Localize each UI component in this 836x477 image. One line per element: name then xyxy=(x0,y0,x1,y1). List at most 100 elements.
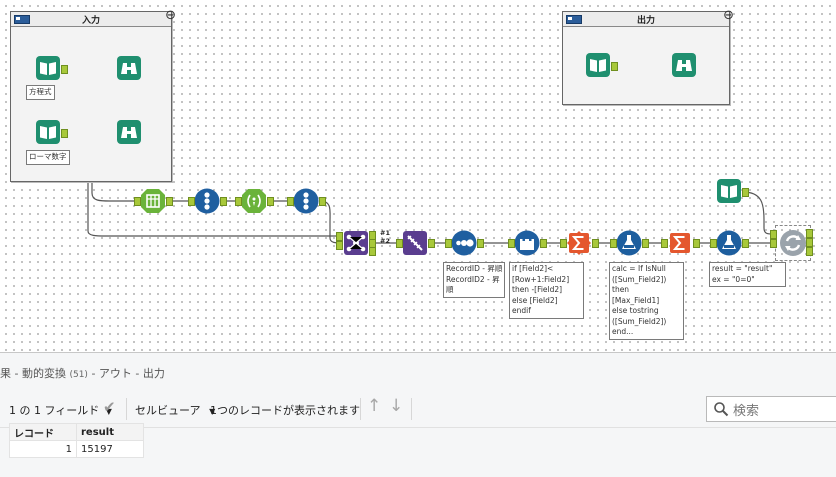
chain-icon xyxy=(403,231,427,255)
output-anchor[interactable] xyxy=(166,197,173,206)
field-selector-label: 1 の 1 フィールド xyxy=(9,404,100,417)
output-anchor[interactable] xyxy=(742,188,749,197)
output-anchor[interactable] xyxy=(806,229,813,238)
input-anchor[interactable] xyxy=(396,239,403,248)
dynamic-rename-tool[interactable] xyxy=(402,230,428,256)
sigma-icon xyxy=(670,233,690,253)
book-icon xyxy=(717,179,741,203)
record-id-tool[interactable] xyxy=(293,188,319,214)
input-anchor[interactable] xyxy=(710,239,717,248)
field-selector[interactable]: 1 の 1 フィールド ▼ xyxy=(9,402,112,418)
input-anchor[interactable] xyxy=(445,239,452,248)
output-anchor[interactable] xyxy=(806,238,813,247)
result-value-cell[interactable]: 15197 xyxy=(76,440,144,458)
output-anchor[interactable] xyxy=(428,239,435,248)
input-anchor[interactable] xyxy=(287,197,294,206)
input-anchor[interactable] xyxy=(235,197,242,206)
output-anchor[interactable] xyxy=(319,197,326,206)
tool-annotation: calc = If IsNull ([Sum_Field2]) then [Ma… xyxy=(609,262,684,340)
columns-icon xyxy=(141,189,165,213)
input-data-tool[interactable] xyxy=(35,55,61,81)
castle-icon xyxy=(514,230,540,256)
results-title-prefix: 果 - 動的変換 xyxy=(0,367,66,380)
arrow-down-icon[interactable]: ↓ xyxy=(389,396,403,416)
output-anchor[interactable] xyxy=(477,239,484,248)
table-row[interactable]: 1 15197 xyxy=(9,440,144,458)
book-icon xyxy=(586,53,610,77)
input-data-tool[interactable] xyxy=(585,52,611,78)
multi-row-formula-tool[interactable] xyxy=(514,230,540,256)
column-header-record[interactable]: レコード xyxy=(9,423,77,441)
sigma-icon xyxy=(567,231,591,255)
cell-viewer-label: セルビューア xyxy=(135,404,201,417)
tool-annotation: ローマ数字 xyxy=(26,150,70,165)
output-anchor[interactable] xyxy=(693,239,700,248)
check-icon[interactable]: ✔ xyxy=(103,398,116,416)
results-title-suffix: - アウト - 出力 xyxy=(91,367,165,380)
cell-viewer-dropdown[interactable]: セルビューア ▼ xyxy=(135,402,215,418)
input-anchor[interactable] xyxy=(188,197,195,206)
formula-tool[interactable] xyxy=(716,230,742,256)
output-anchor[interactable] xyxy=(806,247,813,256)
summarize-tool[interactable] xyxy=(566,230,592,256)
record-number-cell[interactable]: 1 xyxy=(9,440,77,458)
container-header: 出力 ⊖ xyxy=(563,8,734,27)
input-data-tool[interactable] xyxy=(716,178,742,204)
results-table[interactable]: レコード result 1 15197 xyxy=(9,423,144,458)
column-header-result[interactable]: result xyxy=(76,423,144,441)
browse-tool[interactable] xyxy=(116,119,142,145)
input-anchor[interactable] xyxy=(770,230,777,239)
search-placeholder: 検索 xyxy=(733,404,760,419)
tool-annotation: 方程式 xyxy=(26,85,55,100)
container-title: 出力 xyxy=(636,16,655,26)
browse-tool[interactable] xyxy=(116,55,142,81)
input-anchor[interactable] xyxy=(134,197,141,206)
output-anchor[interactable] xyxy=(61,129,68,138)
output-anchor[interactable] xyxy=(642,239,649,248)
sort-tool[interactable] xyxy=(451,230,477,256)
toolbar-divider xyxy=(126,398,127,420)
input-anchor[interactable] xyxy=(661,239,668,248)
collapse-up-icon[interactable]: ⊖ xyxy=(723,8,734,23)
table-header-row: レコード result xyxy=(9,423,144,441)
summarize-tool[interactable] xyxy=(667,230,693,256)
input-anchor[interactable] xyxy=(770,239,777,248)
input-anchor[interactable] xyxy=(508,239,515,248)
output-anchor[interactable] xyxy=(540,239,547,248)
dots-icon xyxy=(451,230,477,256)
search-icon xyxy=(714,402,729,417)
output-anchor[interactable] xyxy=(267,197,274,206)
numbers-icon xyxy=(194,188,220,214)
output-anchor[interactable] xyxy=(61,65,68,74)
input-anchor[interactable] xyxy=(336,241,343,250)
output-anchor[interactable] xyxy=(742,239,749,248)
text-to-columns-tool[interactable] xyxy=(140,188,166,214)
toolbar-divider xyxy=(360,398,361,420)
formula-tool[interactable] xyxy=(616,230,642,256)
output-anchor[interactable] xyxy=(220,197,227,206)
output-anchor[interactable] xyxy=(369,247,376,256)
join-multiple-tool[interactable] xyxy=(343,230,369,256)
output-anchor[interactable] xyxy=(611,62,618,71)
input-anchor[interactable] xyxy=(336,232,343,241)
regex-icon xyxy=(242,189,266,213)
input-data-tool[interactable] xyxy=(35,119,61,145)
binoculars-icon xyxy=(117,56,141,80)
refresh-icon xyxy=(780,230,806,256)
regex-tool[interactable] xyxy=(241,188,267,214)
input-anchor[interactable] xyxy=(610,239,617,248)
output-anchor[interactable] xyxy=(592,239,599,248)
flask-icon xyxy=(716,230,742,256)
results-pane: 果 - 動的変換 (51) - アウト - 出力 1 の 1 フィールド ▼ ✔… xyxy=(0,352,836,477)
collapse-up-icon[interactable]: ⊖ xyxy=(165,8,176,23)
browse-tool[interactable] xyxy=(671,52,697,78)
record-id-tool[interactable] xyxy=(194,188,220,214)
container-header: 入力 ⊖ xyxy=(11,8,176,27)
workflow-canvas[interactable]: 入力 ⊖ 出力 ⊖ 方程式 ローマ数字 #1 #2 RecordID - 昇順 … xyxy=(0,0,836,352)
toolbar-divider xyxy=(411,398,412,420)
search-input[interactable]: 検索 xyxy=(706,396,836,422)
input-anchor[interactable] xyxy=(560,239,567,248)
network-icon xyxy=(344,231,368,255)
arrow-up-icon[interactable]: ↑ xyxy=(367,396,381,416)
book-icon xyxy=(36,56,60,80)
